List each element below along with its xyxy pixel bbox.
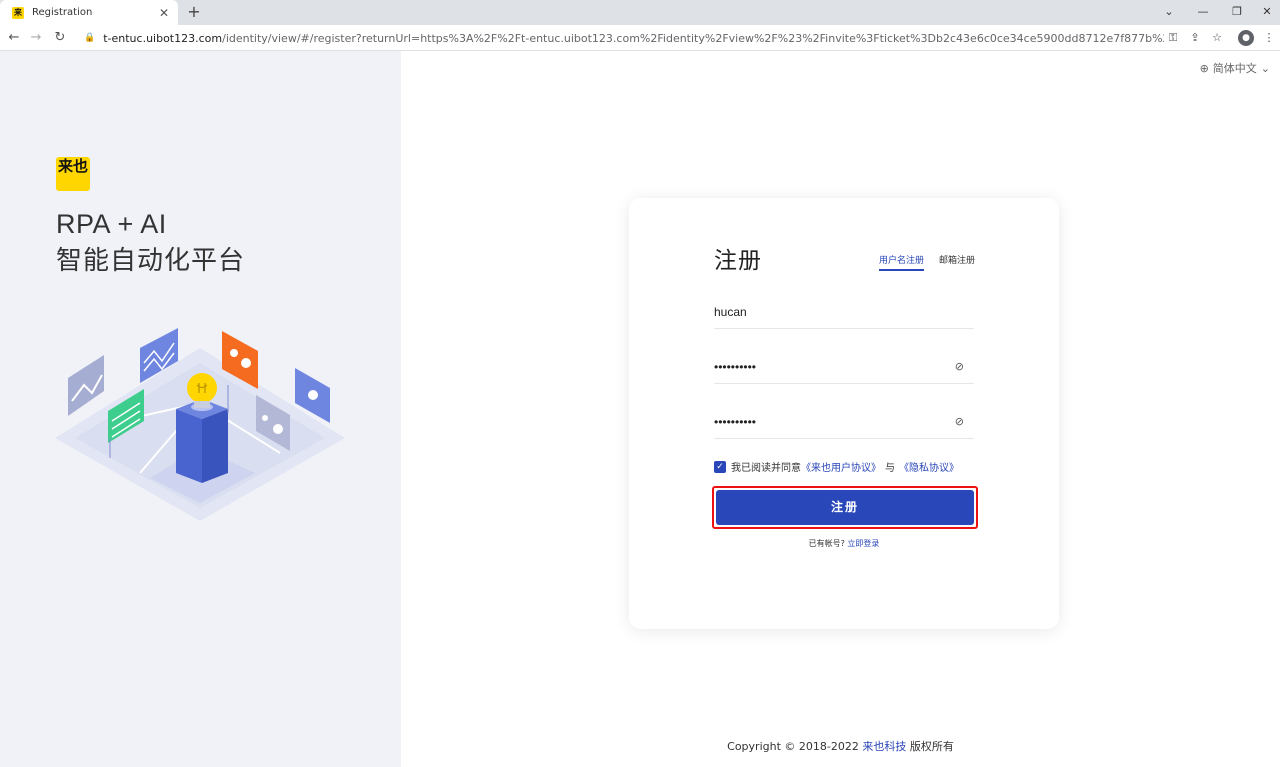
laiye-logo: 来也 [56,157,90,191]
browser-tabbar: 来 Registration ✕ + ⌄ — ❐ ✕ [0,0,1280,25]
isometric-illustration [55,328,345,521]
agree-checkbox[interactable]: ✓ [714,460,726,473]
register-button-highlight: 注册 [712,486,978,529]
agree-separator: 与 [885,463,895,474]
tab-search-icon[interactable]: ⌄ [1152,0,1186,25]
browser-toolbar: ← → ↻ 🔒 t-entuc.uibot123.com/identity/vi… [0,25,1280,51]
url-path: /identity/view/#/register?returnUrl=http… [222,31,1164,45]
hero-line-2: 智能自动化平台 [56,246,246,276]
profile-avatar-icon[interactable]: ● [1238,30,1254,46]
password-input[interactable] [714,359,934,374]
new-tab-button[interactable]: + [184,2,204,22]
lock-icon: 🔒 [84,33,96,43]
tab-title: Registration [32,7,93,18]
reload-icon[interactable]: ↻ [50,28,70,48]
have-account-text: 已有帐号? [808,539,845,548]
back-icon[interactable]: ← [4,28,24,48]
tab-username-register[interactable]: 用户名注册 [879,253,925,271]
user-agreement-link[interactable]: 《来也用户协议》 [801,459,881,474]
bookmark-star-icon[interactable]: ☆ [1208,29,1226,47]
agree-text: 我已阅读并同意 [731,463,801,474]
confirm-password-field: ⊘ [714,405,974,439]
register-button[interactable]: 注册 [716,490,974,525]
password-field: ⊘ [714,350,974,384]
username-input[interactable] [714,304,934,319]
maximize-icon[interactable]: ❐ [1220,0,1254,25]
footer: Copyright © 2018-2022 来也科技 版权所有 [401,738,1280,754]
chevron-down-icon: ⌄ [1260,61,1270,75]
copyright-text: Copyright © 2018-2022 [727,740,859,753]
username-field [714,295,974,329]
favicon-icon: 来 [12,6,24,19]
privacy-agreement-link[interactable]: 《隐私协议》 [899,459,959,474]
language-label: 简体中文 [1212,62,1257,75]
tab-email-register[interactable]: 邮箱注册 [939,253,975,269]
share-icon[interactable]: ⇪ [1186,29,1204,47]
tab-close-icon[interactable]: ✕ [156,6,172,20]
register-card: 注册 用户名注册 邮箱注册 ⊘ ⊘ ✓ 我已阅读并同意 《来也用户协议》 与 《… [629,198,1059,629]
hero-line-1: RPA + AI [56,209,167,239]
globe-icon: ⊕ [1199,61,1209,75]
language-selector[interactable]: ⊕ 简体中文 ⌄ [1200,60,1270,76]
browser-tab[interactable]: 来 Registration ✕ [0,0,178,25]
confirm-password-input[interactable] [714,414,934,429]
rights-text: 版权所有 [909,740,954,753]
key-icon[interactable]: ⚿ [1164,29,1182,47]
login-link[interactable]: 立即登录 [847,539,879,548]
company-link[interactable]: 来也科技 [862,740,906,753]
eye-off-icon[interactable]: ⊘ [955,415,964,428]
address-bar[interactable]: 🔒 t-entuc.uibot123.com/identity/view/#/r… [84,29,1164,47]
url-host: t-entuc.uibot123.com [103,31,223,45]
login-prompt: 已有帐号? 立即登录 [629,538,1059,549]
minimize-icon[interactable]: — [1186,0,1220,25]
main-area: ⊕ 简体中文 ⌄ 注册 用户名注册 邮箱注册 ⊘ ⊘ ✓ 我已阅读并同意 《来也… [401,51,1280,767]
close-window-icon[interactable]: ✕ [1250,0,1280,25]
forward-icon[interactable]: → [26,28,46,48]
eye-off-icon[interactable]: ⊘ [955,360,964,373]
hero-panel: 来也 RPA + AI 智能自动化平台 [0,51,401,767]
menu-kebab-icon[interactable]: ⋮ [1260,29,1278,47]
register-title: 注册 [714,248,762,274]
agreement-row: ✓ 我已阅读并同意 《来也用户协议》 与 《隐私协议》 [714,459,959,474]
